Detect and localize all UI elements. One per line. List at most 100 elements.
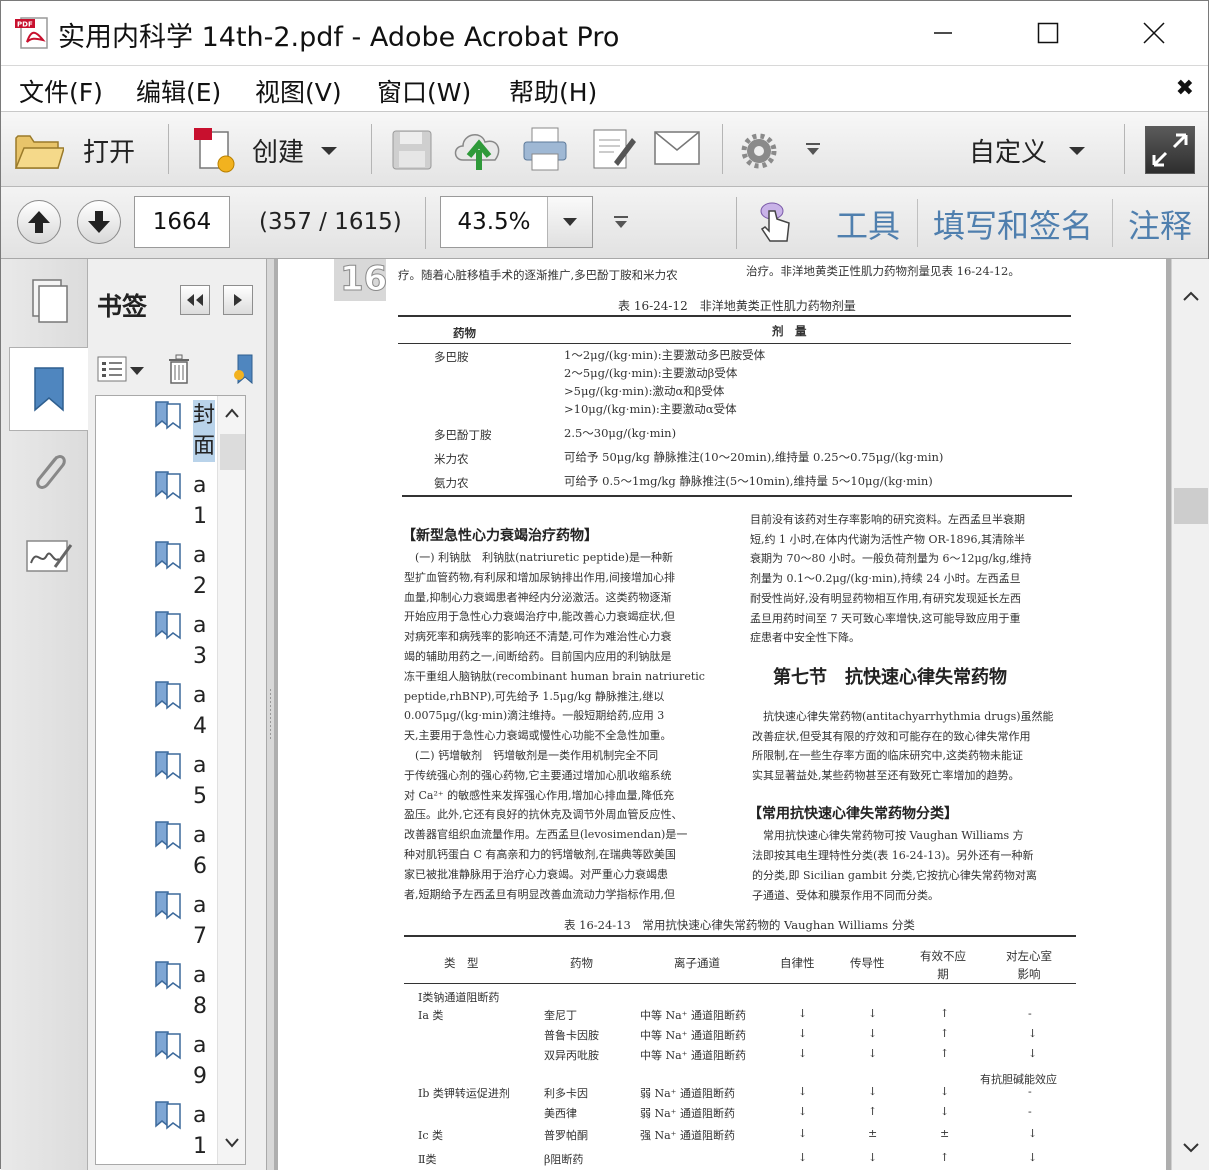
printer-icon[interactable] xyxy=(522,126,568,172)
chevron-down-icon[interactable] xyxy=(225,1138,239,1148)
options-list-icon[interactable] xyxy=(97,355,147,385)
menu-help[interactable]: 帮助(H) xyxy=(509,73,597,109)
customize-button[interactable]: 自定义 xyxy=(961,120,1101,178)
zoom-select[interactable]: 43.5% xyxy=(440,196,593,248)
document-scroll-thumb[interactable] xyxy=(1174,488,1208,524)
zoom-dropdown-button[interactable] xyxy=(547,197,592,247)
page-count: (357 / 1615) xyxy=(259,209,402,235)
new-bookmark-icon[interactable] xyxy=(234,353,256,385)
bookmark-item[interactable]: a6 xyxy=(96,816,216,886)
menu-view[interactable]: 视图(V) xyxy=(255,73,342,109)
table-cell: Ⅰb 类钾转运促进剂 xyxy=(418,1087,510,1100)
pages-tab[interactable] xyxy=(9,259,88,343)
bookmark-item[interactable]: a4 xyxy=(96,676,216,746)
bookmark-item[interactable]: a3 xyxy=(96,606,216,676)
text-line: 血量,抑制心力衰竭患者神经内分泌激活。这类药物逐渐 xyxy=(404,590,672,604)
menu-edit[interactable]: 编辑(E) xyxy=(136,73,221,109)
next-page-button[interactable] xyxy=(77,200,121,244)
table-cell: ↓ xyxy=(798,1151,808,1164)
table-cell: 强 Na⁺ 通道阻断药 xyxy=(640,1129,735,1142)
menu-file[interactable]: 文件(F) xyxy=(19,73,103,109)
save-icon[interactable] xyxy=(391,129,433,171)
menu-window[interactable]: 窗口(W) xyxy=(377,73,471,109)
table-cell: ↓ xyxy=(798,1085,808,1098)
table-header: 剂 量 xyxy=(772,324,807,338)
table-cell: 多巴酚丁胺 xyxy=(434,428,492,442)
comment-panel-link[interactable]: 注释 xyxy=(1128,201,1192,247)
bookmark-item[interactable]: a5 xyxy=(96,746,216,816)
gear-icon[interactable] xyxy=(741,133,777,169)
table-cell: ↓ xyxy=(798,1105,808,1118)
text-line: 衰期为 70～80 小时。一般负荷剂量为 6～12μg/kg,维持 xyxy=(750,552,1032,566)
mail-icon[interactable] xyxy=(653,130,701,166)
chevron-up-icon[interactable] xyxy=(1183,291,1199,301)
previous-page-button[interactable] xyxy=(17,200,61,244)
separator xyxy=(168,124,169,174)
table-cell: 普罗帕酮 xyxy=(544,1129,588,1142)
touch-hand-icon[interactable] xyxy=(757,201,795,243)
bookmark-item[interactable]: a2 xyxy=(96,536,216,606)
bookmark-item[interactable]: a9 xyxy=(96,1026,216,1096)
pane-splitter[interactable] xyxy=(267,259,274,1170)
fill-sign-panel-link[interactable]: 填写和签名 xyxy=(933,201,1093,247)
table-cell: 可给予 50μg/kg 静脉推注(10～20min),维持量 0.25～0.75… xyxy=(564,450,944,464)
zoom-value[interactable]: 43.5% xyxy=(441,197,547,247)
open-label: 打开 xyxy=(83,138,136,168)
attachments-tab[interactable] xyxy=(9,431,88,515)
text-line: 竭的辅助用药之一,间断给药。目前国内应用的利钠肽是 xyxy=(404,650,672,663)
signatures-tab[interactable] xyxy=(9,515,88,599)
maximize-button[interactable] xyxy=(996,1,1100,65)
bookmark-item[interactable]: a7 xyxy=(96,886,216,956)
bookmark-list-scrollbar[interactable] xyxy=(217,396,245,1164)
bookmarks-tab[interactable] xyxy=(9,347,88,431)
cloud-upload-icon[interactable] xyxy=(453,126,505,172)
minimize-button[interactable] xyxy=(891,1,995,65)
text-line: 改善器官组织血流量作用。左西孟旦(levosimendan)是一 xyxy=(404,828,688,842)
text-line: 所限制,在一些生存率方面的临床研究中,这类药物未能证 xyxy=(752,749,1023,762)
text-line: 抗快速心律失常药物(antitachyarrhythmia drugs)虽然能 xyxy=(752,710,1054,723)
table-cell: 米力农 xyxy=(434,452,469,466)
expand-panel-button[interactable] xyxy=(223,285,253,315)
edit-icon[interactable] xyxy=(590,126,636,172)
bookmark-item[interactable]: 封面 xyxy=(96,396,216,466)
bookmark-label: a1 xyxy=(193,473,207,529)
document-view[interactable]: 16 疗。随着心脏移植手术的逐渐推广,多巴酚丁胺和米力农 治疗。非洋地黄类正性肌… xyxy=(274,259,1171,1170)
pdf-page: 16 疗。随着心脏移植手术的逐渐推广,多巴酚丁胺和米力农 治疗。非洋地黄类正性肌… xyxy=(278,259,1166,1170)
separator xyxy=(425,197,426,249)
bookmark-item[interactable]: a1 xyxy=(96,1096,216,1164)
tools-panel-link[interactable]: 工具 xyxy=(836,201,900,247)
table-header: 有效不应期 xyxy=(920,949,966,981)
text-line: 症患者中安全性下降。 xyxy=(750,631,860,645)
chevron-down-icon[interactable] xyxy=(1183,1143,1199,1153)
fullscreen-button[interactable] xyxy=(1145,126,1195,174)
trash-icon[interactable] xyxy=(166,353,192,385)
acrobat-window: PDF 实用内科学 14th-2.pdf - Adobe Acrobat Pro… xyxy=(0,0,1209,1170)
arrow-up-icon xyxy=(28,211,50,233)
bookmark-item[interactable]: a1 xyxy=(96,466,216,536)
bookmark-label: a8 xyxy=(193,963,207,1019)
document-scrollbar[interactable] xyxy=(1171,259,1209,1170)
table-cell: ↓ xyxy=(798,1047,808,1060)
table-cell: ↓ xyxy=(868,1027,878,1040)
close-window-button[interactable] xyxy=(1102,1,1206,65)
close-menu-icon[interactable]: ✖ xyxy=(1176,76,1194,101)
more-tools-icon[interactable] xyxy=(805,142,821,156)
table-header: 对左心室影响 xyxy=(1006,949,1052,981)
page-number-input[interactable]: 1664 xyxy=(134,196,230,248)
table-rule xyxy=(404,935,1076,937)
table-cell: 利多卡因 xyxy=(544,1087,588,1100)
create-button[interactable]: 创建 xyxy=(186,120,346,178)
bookmark-scroll-thumb[interactable] xyxy=(220,434,245,470)
bookmark-icon xyxy=(155,821,181,850)
bookmark-icon xyxy=(155,471,181,500)
more-nav-icon[interactable] xyxy=(613,215,629,229)
bookmark-item[interactable]: a8 xyxy=(96,956,216,1026)
chevron-up-icon[interactable] xyxy=(225,408,239,418)
chevron-down-icon xyxy=(1069,147,1085,155)
text-line: peptide,rhBNP),可先给予 1.5μg/kg 静脉推注,继以 xyxy=(404,689,665,703)
text-line: 剂量为 0.1～0.2μg/(kg·min),持续 24 小时。左西孟旦 xyxy=(750,572,1021,586)
table-cell: 双异丙吡胺 xyxy=(544,1049,599,1062)
collapse-panel-button[interactable] xyxy=(180,285,210,315)
main-toolbar: 打开 创建 自定义 xyxy=(1,111,1208,187)
open-button[interactable]: 打开 xyxy=(11,120,151,178)
